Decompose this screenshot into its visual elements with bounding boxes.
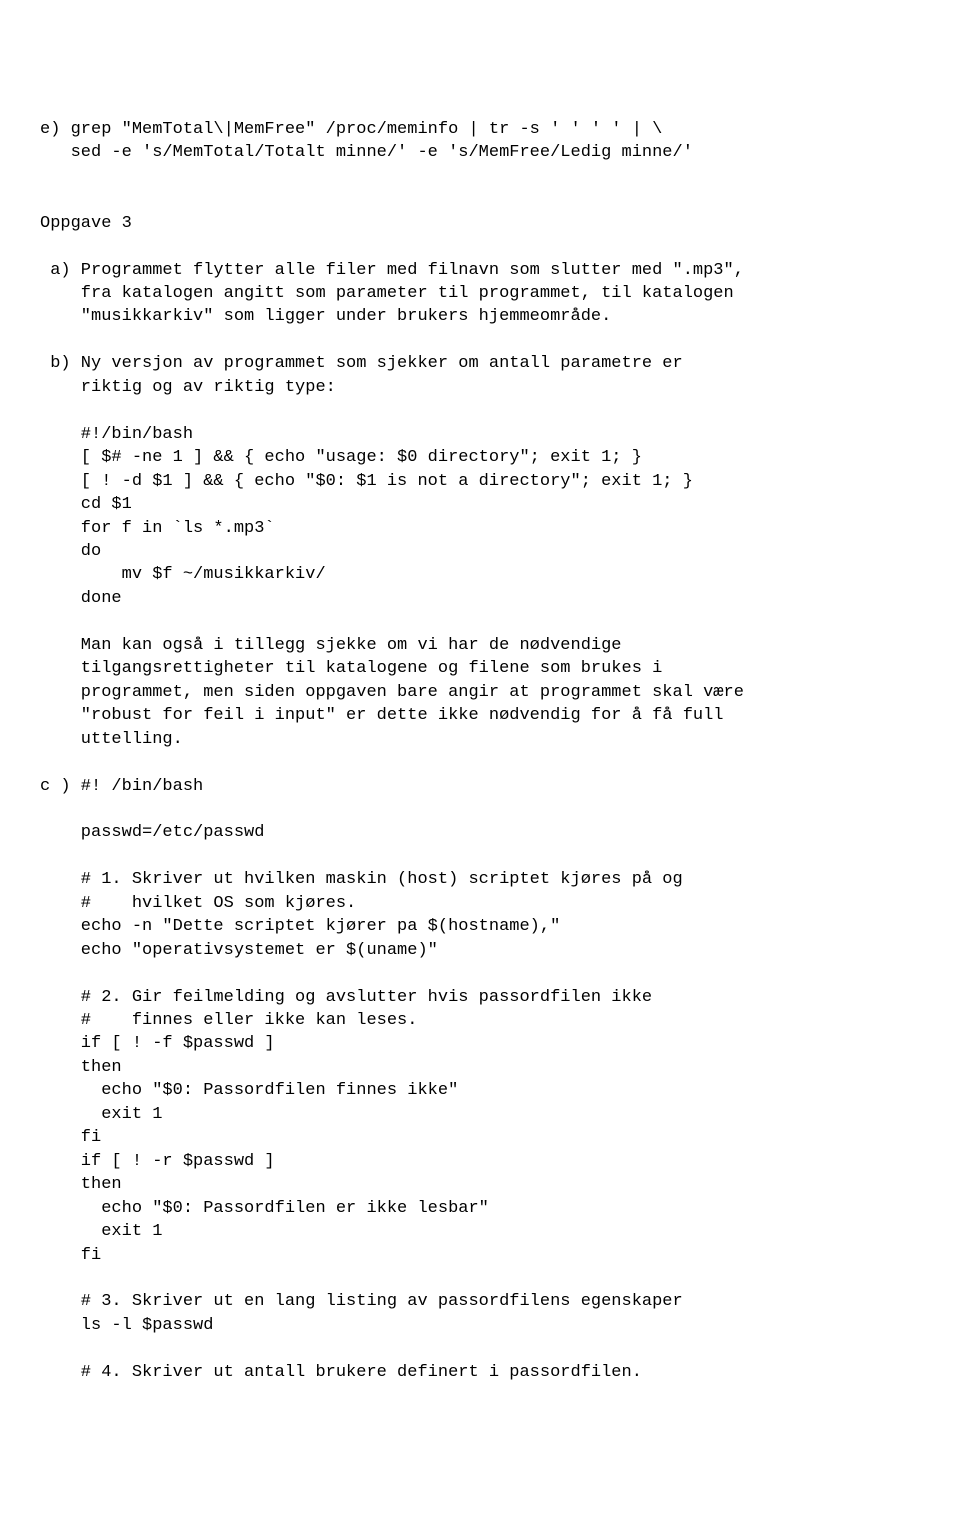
document-body: e) grep "MemTotal\|MemFree" /proc/meminf… bbox=[40, 118, 932, 1384]
